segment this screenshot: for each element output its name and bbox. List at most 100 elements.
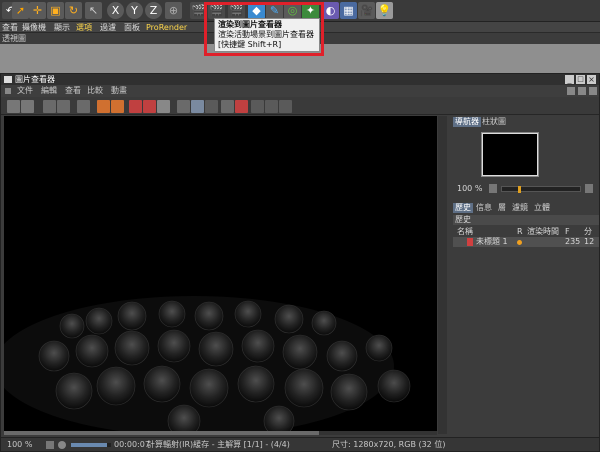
menu-view[interactable]: 查看	[65, 85, 81, 97]
tab-histogram[interactable]: 柱狀圖	[480, 117, 508, 127]
layout-icon[interactable]	[567, 87, 575, 95]
menu-compare[interactable]: 比較	[87, 85, 103, 97]
row-extra: 12	[584, 237, 595, 246]
history-columns: 名稱 R 渲染時間 F 分	[453, 227, 599, 237]
rendered-image	[4, 116, 437, 434]
floor-icon[interactable]: ▦	[340, 2, 357, 19]
row-name: 未標題 1	[476, 237, 508, 246]
split-icon[interactable]	[191, 100, 204, 113]
live-select-icon[interactable]: ↖	[85, 2, 102, 19]
light-icon[interactable]: 💡	[376, 2, 393, 19]
column-f: F	[565, 227, 570, 236]
render-canvas	[4, 116, 437, 434]
copy-icon[interactable]	[129, 100, 142, 113]
camera-icon[interactable]: 🎥	[358, 2, 375, 19]
column-render-time: 渲染時間	[527, 227, 559, 236]
tab-stereo[interactable]: 立體	[532, 203, 552, 213]
zoom-in-icon[interactable]	[585, 184, 593, 193]
zoom-slider-handle[interactable]	[518, 186, 521, 193]
tab-layers[interactable]: 層	[496, 203, 508, 213]
channel-b-icon[interactable]	[235, 100, 248, 113]
window-icon	[4, 76, 12, 83]
highlight-box	[204, 2, 324, 56]
horizontal-scrollbar[interactable]	[4, 431, 437, 435]
move-icon[interactable]: ✛	[29, 2, 46, 19]
side-panel: 導航器 柱狀圖 100 % 歷史 信息 層 濾鏡 立體 歷史 名稱 R 渲染時間…	[449, 116, 599, 434]
tab-navigator[interactable]: 導航器	[453, 117, 481, 127]
zoom-dropdown-icon[interactable]	[46, 441, 54, 449]
menu-filter[interactable]: 過濾	[100, 22, 116, 33]
zoom-out-icon[interactable]	[489, 184, 497, 193]
status-bar: 100 % 00:00:07 計算輻射(IR)緩存 - 主解算 [1/1] - …	[1, 437, 599, 451]
menu-cameras[interactable]: 攝像機	[22, 22, 46, 33]
menu-display[interactable]: 顯示	[54, 22, 70, 33]
fullscreen-icon[interactable]	[157, 100, 170, 113]
y-axis-icon[interactable]: Y	[126, 2, 143, 19]
zoom-slider[interactable]	[501, 186, 581, 193]
column-name: 名稱	[457, 227, 473, 236]
status-image-size: 尺寸: 1280x720, RGB (32 位)	[332, 440, 446, 449]
progress-bar	[71, 443, 111, 447]
viewport-label: 透視圖	[2, 34, 26, 43]
maximize-icon[interactable]: □	[576, 75, 585, 84]
tab-history[interactable]: 歷史	[453, 203, 473, 213]
compare-b-icon[interactable]	[111, 100, 124, 113]
history-row[interactable]: 未標題 1 235 12	[453, 237, 599, 247]
menu-file[interactable]: 文件	[17, 85, 33, 97]
tab-filter[interactable]: 濾鏡	[510, 203, 530, 213]
compare-a-icon[interactable]	[97, 100, 110, 113]
z-axis-icon[interactable]: Z	[145, 2, 162, 19]
render-region-icon[interactable]	[57, 100, 70, 113]
scale-icon[interactable]: ▣	[47, 2, 64, 19]
menu-prorender[interactable]: ProRender	[146, 22, 187, 33]
menu-edit[interactable]: 編輯	[41, 85, 57, 97]
navigator-frame	[482, 133, 538, 176]
render-icon[interactable]	[43, 100, 56, 113]
filter-icon[interactable]	[251, 100, 264, 113]
x-axis-icon[interactable]: X	[107, 2, 124, 19]
menu-grip-icon	[5, 88, 11, 94]
coordinate-system-icon[interactable]: ⊕	[165, 2, 182, 19]
stop-icon[interactable]	[77, 100, 90, 113]
split-v-icon[interactable]	[205, 100, 218, 113]
column-r: R	[517, 227, 523, 236]
row-time: 235	[565, 237, 581, 246]
record-icon[interactable]	[58, 441, 66, 449]
grid-icon[interactable]	[265, 100, 278, 113]
render-status-dot	[517, 240, 522, 245]
ab-compare-icon[interactable]	[177, 100, 190, 113]
navigator-preview[interactable]	[481, 132, 539, 177]
close-icon[interactable]: ×	[587, 75, 596, 84]
history-header: 歷史	[453, 215, 599, 225]
safe-frame-icon[interactable]	[279, 100, 292, 113]
layout-icon-2[interactable]	[578, 87, 586, 95]
progress-fill	[71, 443, 107, 447]
menu-options[interactable]: 選項	[76, 22, 92, 33]
status-zoom: 100 %	[7, 440, 33, 449]
render-thumb-icon	[467, 238, 473, 246]
paste-icon[interactable]	[143, 100, 156, 113]
history-header-label: 歷史	[455, 215, 471, 224]
navigator-zoom: 100 %	[457, 184, 483, 193]
expand-icon[interactable]	[589, 87, 597, 95]
menu-view[interactable]: 查看	[2, 22, 18, 33]
save-icon[interactable]	[21, 100, 34, 113]
menu-panel[interactable]: 面板	[124, 22, 140, 33]
tab-info[interactable]: 信息	[474, 203, 494, 213]
rotate-icon[interactable]: ↻	[65, 2, 82, 19]
vertical-scrollbar[interactable]	[438, 116, 447, 434]
picture-viewer-titlebar: 圖片查看器 _ □ ×	[1, 74, 599, 85]
minimize-icon[interactable]: _	[565, 75, 574, 84]
picture-viewer-window: 圖片查看器 _ □ × 文件 編輯 查看 比較 動畫 導航器 柱狀圖 100 %…	[0, 73, 600, 452]
status-progress-text: 計算輻射(IR)緩存 - 主解算 [1/1] - (4/4)	[147, 440, 290, 449]
picture-viewer-menubar: 文件 編輯 查看 比較 動畫	[1, 85, 599, 97]
environment-icon[interactable]: ◐	[322, 2, 339, 19]
status-time: 00:00:07	[114, 440, 150, 449]
picture-viewer-toolbar	[1, 97, 599, 115]
open-icon[interactable]	[7, 100, 20, 113]
select-arrow-icon[interactable]: ➚	[12, 2, 29, 19]
horizontal-scroll-thumb[interactable]	[4, 431, 319, 435]
channel-a-icon[interactable]	[221, 100, 234, 113]
column-extra: 分	[584, 227, 592, 236]
menu-animation[interactable]: 動畫	[111, 85, 127, 97]
